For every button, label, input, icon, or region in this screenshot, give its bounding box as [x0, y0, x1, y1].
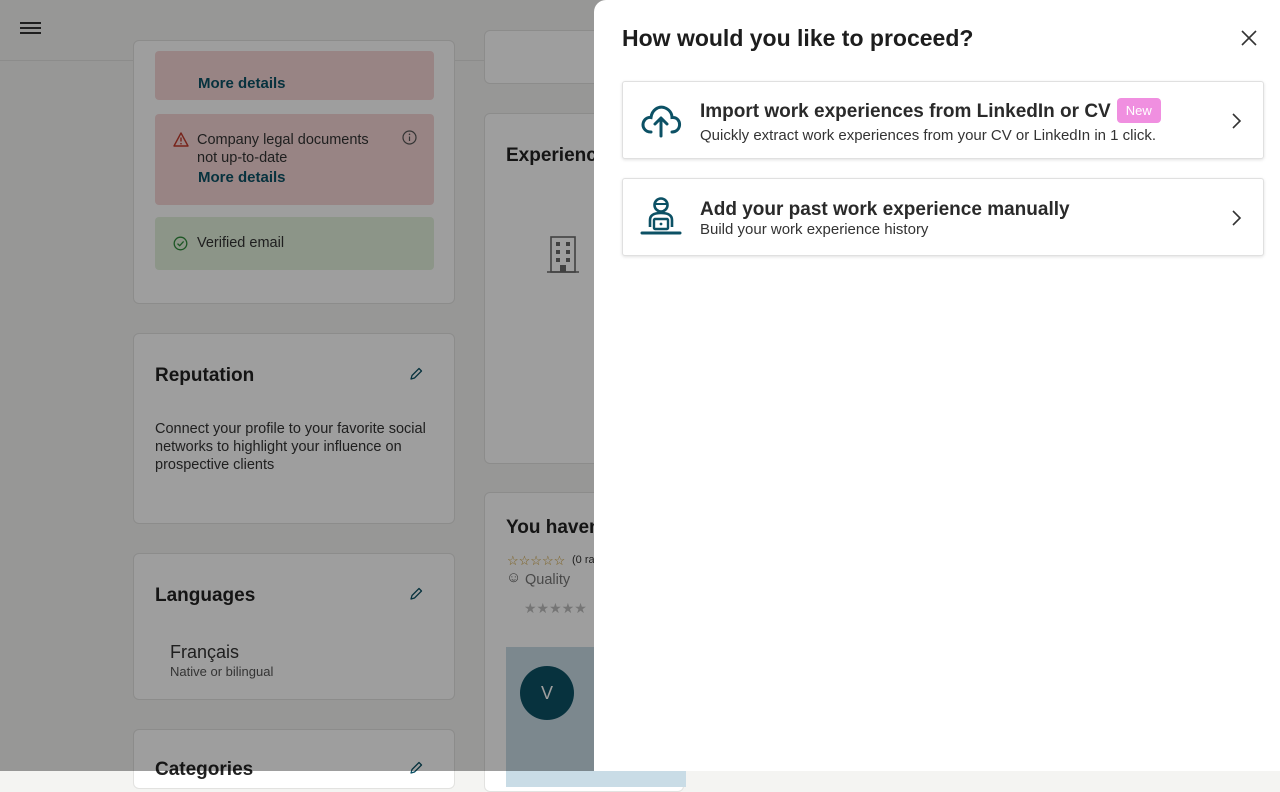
add-manually-option[interactable]: Add your past work experience manually B…	[622, 178, 1264, 256]
import-option-title: Import work experiences from LinkedIn or…	[700, 98, 1161, 123]
new-badge: New	[1116, 98, 1161, 123]
chevron-right-icon	[1232, 210, 1242, 226]
chevron-right-icon	[1232, 113, 1242, 129]
import-option-title-text: Import work experiences from LinkedIn or…	[700, 101, 1111, 122]
import-experiences-option[interactable]: Import work experiences from LinkedIn or…	[622, 81, 1264, 159]
manual-option-title: Add your past work experience manually	[700, 199, 1070, 220]
proceed-side-panel: How would you like to proceed? Import wo…	[594, 0, 1280, 771]
import-option-description: Quickly extract work experiences from yo…	[700, 127, 1156, 144]
manual-option-description: Build your work experience history	[700, 221, 929, 238]
page-background: More details Company legal documents not…	[0, 0, 1280, 792]
cloud-upload-icon	[641, 105, 682, 138]
panel-title: How would you like to proceed?	[622, 25, 974, 51]
person-at-desk-icon	[640, 197, 682, 235]
close-icon[interactable]	[1240, 29, 1258, 47]
